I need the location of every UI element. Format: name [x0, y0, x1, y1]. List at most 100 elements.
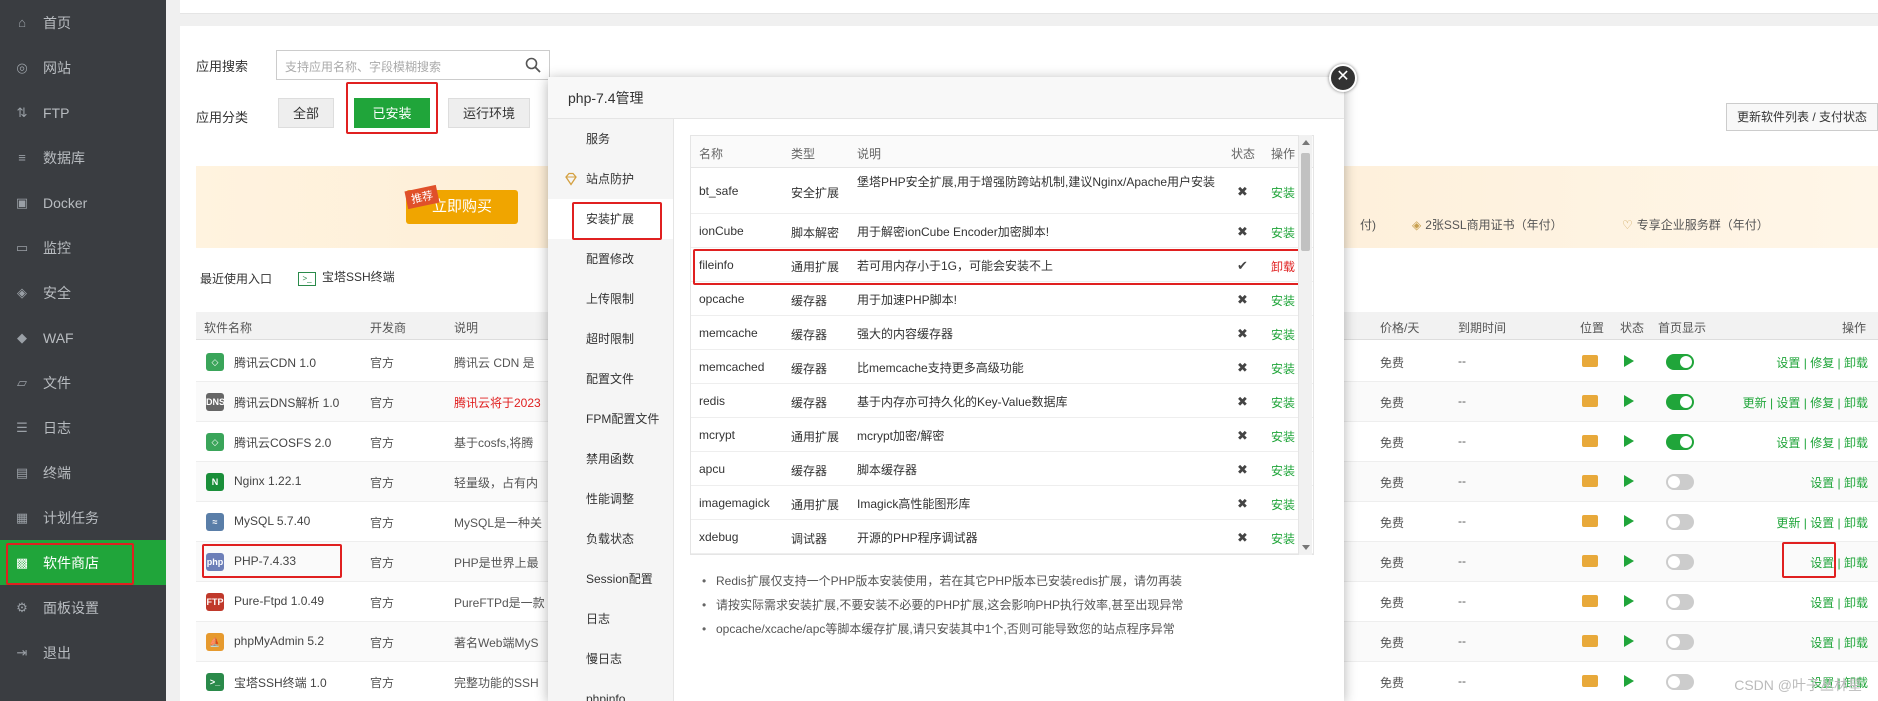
modal-overlay: php-7.4管理 服务 站点防护安装扩展配置修改上传限制超时限制配置文件 FPM配… [0, 0, 1878, 701]
ext-name: bt_safe [699, 184, 739, 198]
uninstall-button[interactable]: 卸载 [1271, 258, 1295, 275]
install-button[interactable]: 安装 [1271, 326, 1295, 343]
ext-name: mcrypt [699, 428, 735, 442]
ext-name: xdebug [699, 530, 739, 544]
ext-name: imagemagick [699, 496, 770, 510]
modal-nav-item[interactable]: phpinfo [548, 679, 673, 701]
ext-name: ionCube [699, 224, 744, 238]
install-button[interactable]: 安装 [1271, 292, 1295, 309]
note-item: 请按实际需求安装扩展,不要安装不必要的PHP扩展,这会影响PHP执行效率,甚至出… [700, 593, 1320, 617]
ext-name: memcache [699, 326, 758, 340]
ext-type: 缓存器 [791, 362, 828, 376]
ext-type: 通用扩展 [791, 430, 840, 444]
check-icon: ✔ [1237, 258, 1248, 273]
ext-desc: 用于加速PHP脚本! [857, 293, 958, 307]
install-button[interactable]: 安装 [1271, 428, 1295, 445]
cross-icon: ✖ [1237, 530, 1248, 545]
ext-desc: 若可用内存小于1G，可能会安装不上 [857, 259, 1054, 273]
ext-desc: 开源的PHP程序调试器 [857, 531, 978, 545]
eh-name: 名称 [699, 147, 724, 161]
modal-nav-item[interactable]: 配置修改 [548, 239, 673, 279]
modal-nav-item[interactable]: 上传限制 [548, 279, 673, 319]
ext-desc: 用于解密ionCube Encoder加密脚本! [857, 225, 1050, 239]
modal-title: php-7.4管理 [548, 77, 1344, 119]
modal-nav-item[interactable]: 超时限制 [548, 319, 673, 359]
cross-icon: ✖ [1237, 292, 1248, 307]
modal-main: 名称 类型 说明 状态 操作 bt_safe 安全扩展 堡塔PHP安全扩展,用于增强… [674, 119, 1344, 701]
ext-type: 调试器 [791, 532, 828, 546]
note-item: opcache/xcache/apc等脚本缓存扩展,请只安装其中1个,否则可能导… [700, 617, 1320, 641]
modal-nav-item[interactable]: 负载状态 [548, 519, 673, 559]
ext-desc: Imagick高性能图形库 [857, 497, 971, 511]
modal-nav: 服务 站点防护安装扩展配置修改上传限制超时限制配置文件 FPM配置文件 禁用函数性能调… [548, 119, 674, 701]
watermark: CSDN @叶子丛林星 [1734, 677, 1862, 693]
modal-nav-item[interactable]: 慢日志 [548, 639, 673, 679]
modal-close-button[interactable]: ✕ [1329, 64, 1357, 92]
extension-notes: Redis扩展仅支持一个PHP版本安装使用，若在其它PHP版本已安装redis扩… [700, 569, 1320, 641]
modal-nav-item[interactable]: Session配置 [548, 559, 673, 599]
scroll-thumb[interactable] [1301, 153, 1310, 251]
modal-nav-item[interactable]: 日志 [548, 599, 673, 639]
ext-type: 缓存器 [791, 294, 828, 308]
modal-nav-item[interactable]: 配置文件 [548, 359, 673, 399]
eh-desc: 说明 [857, 147, 882, 161]
install-button[interactable]: 安装 [1271, 462, 1295, 479]
install-button[interactable]: 安装 [1271, 496, 1295, 513]
modal-nav-item[interactable]: 服务 [548, 119, 673, 159]
scroll-up-arrow-icon[interactable] [1302, 140, 1310, 145]
extension-row: mcrypt 通用扩展 mcrypt加密/解密 ✖ 安装 [691, 418, 1313, 452]
modal-nav-label: Session配置 [586, 572, 653, 586]
modal-nav-label: 超时限制 [586, 332, 635, 346]
extension-row: ionCube 脚本解密 用于解密ionCube Encoder加密脚本! ✖ 安装 [691, 214, 1313, 248]
modal-nav-label: 上传限制 [586, 292, 635, 306]
modal-nav-label: FPM配置文件 [586, 412, 660, 426]
extension-row: bt_safe 安全扩展 堡塔PHP安全扩展,用于增强防跨站机制,建议Nginx/A… [691, 168, 1313, 214]
install-button[interactable]: 安装 [1271, 530, 1295, 547]
scroll-down-arrow-icon[interactable] [1302, 545, 1310, 550]
extension-scrollbar[interactable] [1298, 135, 1312, 555]
ext-desc: 强大的内容缓存器 [857, 327, 954, 341]
diamond-icon [565, 172, 577, 186]
cross-icon: ✖ [1237, 394, 1248, 409]
ext-type: 缓存器 [791, 464, 828, 478]
ext-name: memcached [699, 360, 765, 374]
ext-name: fileinfo [699, 258, 734, 272]
cross-icon: ✖ [1237, 496, 1248, 511]
modal-nav-item[interactable]: FPM配置文件 [548, 399, 673, 439]
modal-nav-label: 性能调整 [586, 492, 635, 506]
ext-desc: 堡塔PHP安全扩展,用于增强防跨站机制,建议Nginx/Apache用户安装 [857, 175, 1216, 189]
ext-type: 脚本解密 [791, 226, 840, 240]
install-button[interactable]: 安装 [1271, 224, 1295, 241]
install-button[interactable]: 安装 [1271, 360, 1295, 377]
cross-icon: ✖ [1237, 224, 1248, 239]
modal-nav-item[interactable]: 安装扩展 [548, 199, 673, 240]
cross-icon: ✖ [1237, 326, 1248, 341]
extension-row: opcache 缓存器 用于加速PHP脚本! ✖ 安装 [691, 282, 1313, 316]
extension-table-header: 名称 类型 说明 状态 操作 [691, 136, 1313, 168]
ext-desc: mcrypt加密/解密 [857, 429, 945, 443]
modal-nav-label: 安装扩展 [586, 212, 635, 226]
ext-desc: 比memcache支持更多高级功能 [857, 361, 1024, 375]
modal-nav-label: 禁用函数 [586, 452, 635, 466]
ext-type: 缓存器 [791, 396, 828, 410]
ext-name: opcache [699, 292, 745, 306]
close-icon: ✕ [1336, 68, 1350, 85]
extension-row: memcache 缓存器 强大的内容缓存器 ✖ 安装 [691, 316, 1313, 350]
cross-icon: ✖ [1237, 184, 1248, 199]
eh-status: 状态 [1231, 147, 1256, 161]
install-button[interactable]: 安装 [1271, 394, 1295, 411]
extension-row: imagemagick 通用扩展 Imagick高性能图形库 ✖ 安装 [691, 486, 1313, 520]
note-item: Redis扩展仅支持一个PHP版本安装使用，若在其它PHP版本已安装redis扩… [700, 569, 1320, 593]
extension-table-body: bt_safe 安全扩展 堡塔PHP安全扩展,用于增强防跨站机制,建议Nginx/A… [691, 168, 1313, 554]
php-manage-modal: php-7.4管理 服务 站点防护安装扩展配置修改上传限制超时限制配置文件 FPM配… [548, 77, 1344, 701]
modal-nav-label: phpinfo [586, 692, 626, 701]
extension-row: memcached 缓存器 比memcache支持更多高级功能 ✖ 安装 [691, 350, 1313, 384]
ext-type: 通用扩展 [791, 498, 840, 512]
extension-row: redis 缓存器 基于内存亦可持久化的Key-Value数据库 ✖ 安装 [691, 384, 1313, 418]
modal-nav-label: 配置文件 [586, 372, 635, 386]
ext-type: 安全扩展 [791, 186, 840, 200]
install-button[interactable]: 安装 [1271, 184, 1295, 201]
modal-nav-item[interactable]: 性能调整 [548, 479, 673, 519]
modal-nav-item[interactable]: 站点防护 [548, 159, 673, 199]
modal-nav-item[interactable]: 禁用函数 [548, 439, 673, 479]
